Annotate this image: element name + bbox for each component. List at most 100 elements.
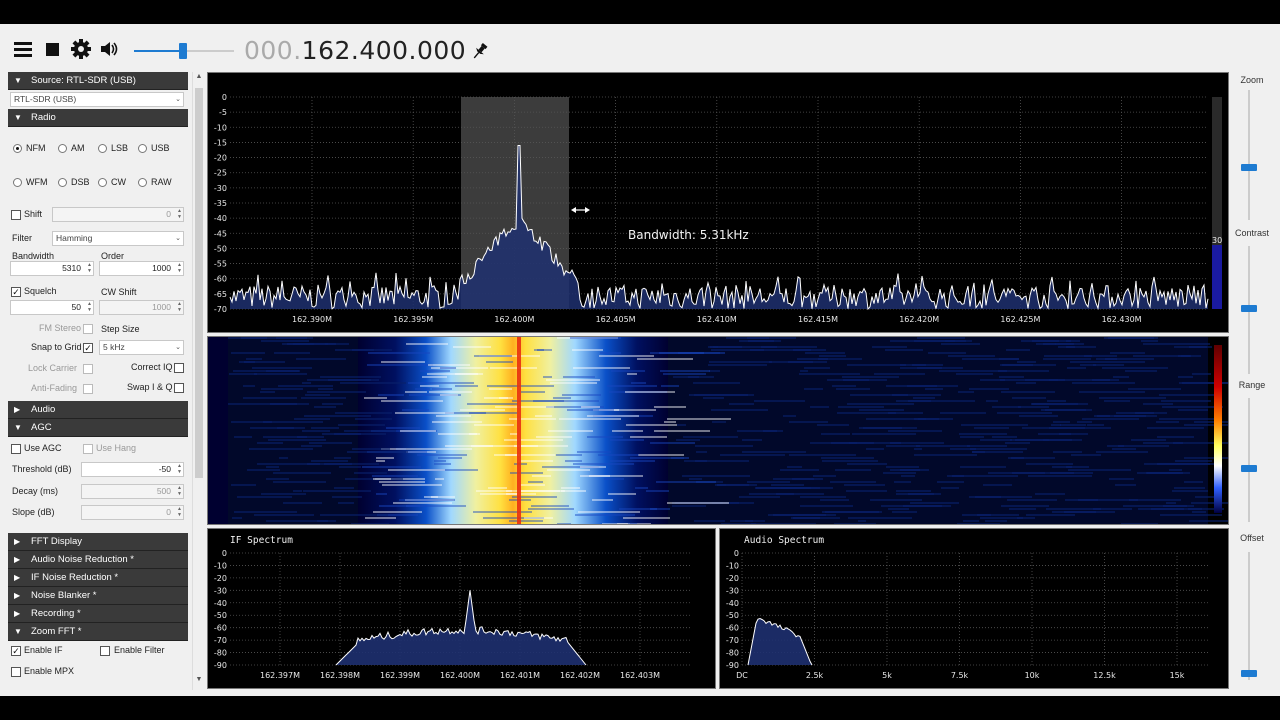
zoom-slider-track[interactable]: [1248, 90, 1250, 220]
speaker-icon[interactable]: [98, 38, 120, 60]
source-select[interactable]: RTL-SDR (USB) ⌄: [10, 92, 184, 107]
filter-select-value: Hamming: [56, 233, 93, 243]
swap-iq-checkbox[interactable]: [174, 383, 184, 393]
mode-label-am[interactable]: AM: [71, 143, 85, 153]
anti-fading-checkbox[interactable]: [83, 384, 93, 394]
spectrum-x-tick: 162.415M: [798, 315, 838, 324]
mode-label-raw[interactable]: RAW: [151, 177, 172, 187]
mode-radio-nfm[interactable]: [13, 144, 22, 153]
squelch-checkbox[interactable]: ✓: [11, 287, 21, 297]
spectrum-plot[interactable]: 0 -5 -10 -15 -20 -25 -30 -35 -40 -45 -50 -55 -60 -65 -…: [208, 73, 1228, 332]
fm-stereo-checkbox[interactable]: [83, 324, 93, 334]
control-panel-scrollbar[interactable]: ▲ ▼: [192, 72, 204, 690]
mode-label-dsb[interactable]: DSB: [71, 177, 90, 187]
section-zoom-fft[interactable]: ▼ Zoom FFT *: [8, 623, 188, 641]
waterfall-plot[interactable]: [208, 337, 1228, 524]
mode-label-wfm[interactable]: WFM: [26, 177, 48, 187]
waterfall-color-scale: [1214, 345, 1222, 513]
section-audio-noise-reduction[interactable]: ▶ Audio Noise Reduction *: [8, 551, 188, 569]
section-source[interactable]: ▼ Source: RTL-SDR (USB): [8, 72, 188, 90]
mode-radio-dsb[interactable]: [58, 178, 67, 187]
waterfall-panel[interactable]: [207, 336, 1229, 525]
zoom-slider-thumb[interactable]: [1241, 164, 1257, 171]
gear-icon[interactable]: [70, 38, 92, 60]
enable-mpx-checkbox[interactable]: [11, 667, 21, 677]
chevron-up-icon[interactable]: ▲: [193, 73, 205, 80]
enable-filter-checkbox[interactable]: [100, 646, 110, 656]
spectrum-y-tick: -25: [214, 169, 227, 178]
scrollbar-thumb[interactable]: [195, 88, 203, 478]
snap-to-grid-checkbox[interactable]: ✓: [83, 343, 93, 353]
audio-spectrum-plot[interactable]: Audio Spectrum 0 -10 -20 -30 -40 -50 -60 -70 -80…: [720, 529, 1228, 688]
range-slider-track[interactable]: [1248, 398, 1250, 522]
mode-radio-lsb[interactable]: [98, 144, 107, 153]
correct-iq-label: Correct IQ: [131, 362, 173, 372]
contrast-slider-thumb[interactable]: [1241, 305, 1257, 312]
radio-section-body: NFM AM LSB USB WFM DSB CW RAW Shift 0 ▲ ▼ …: [8, 127, 188, 401]
if-spectrum-panel[interactable]: IF Spectrum 0 -10 -20 -30 -40 -50 -60 -70 -80 -90…: [207, 528, 716, 689]
offset-slider-track[interactable]: [1248, 552, 1250, 680]
correct-iq-checkbox[interactable]: [174, 363, 184, 373]
mode-radio-wfm[interactable]: [13, 178, 22, 187]
lock-carrier-checkbox[interactable]: [83, 364, 93, 374]
if-spectrum-plot[interactable]: IF Spectrum 0 -10 -20 -30 -40 -50 -60 -70 -80 -90…: [208, 529, 715, 688]
slope-input[interactable]: 0 ▲ ▼: [81, 505, 184, 520]
mode-label-usb[interactable]: USB: [151, 143, 170, 153]
order-input[interactable]: 1000 ▲ ▼: [99, 261, 184, 276]
section-radio[interactable]: ▼ Radio: [8, 109, 188, 127]
spectrum-scale-value: 30: [1212, 236, 1222, 245]
offset-slider-thumb[interactable]: [1241, 670, 1257, 677]
bandwidth-input[interactable]: 5310 ▲ ▼: [10, 261, 94, 276]
spectrum-y-tick: -30: [214, 184, 227, 193]
audio-spectrum-y-tick: 0: [734, 549, 739, 558]
mode-radio-usb[interactable]: [138, 144, 147, 153]
chevron-down-icon: ⌄: [175, 96, 181, 103]
cw-shift-input[interactable]: 1000 ▲ ▼: [99, 300, 184, 315]
swap-iq-label: Swap I & Q: [127, 382, 173, 392]
resize-arrow-icon[interactable]: [571, 207, 590, 213]
mode-label-nfm[interactable]: NFM: [26, 143, 46, 153]
shift-input[interactable]: 0 ▲ ▼: [52, 207, 184, 222]
section-audio[interactable]: ▶ Audio: [8, 401, 188, 419]
range-slider-thumb[interactable]: [1241, 465, 1257, 472]
frequency-display[interactable]: 000.162.400.000: [244, 36, 466, 65]
mode-radio-raw[interactable]: [138, 178, 147, 187]
frequency-main[interactable]: 162.400.000: [302, 36, 467, 65]
mode-radio-cw[interactable]: [98, 178, 107, 187]
audio-spectrum-panel[interactable]: Audio Spectrum 0 -10 -20 -30 -40 -50 -60 -70 -80…: [719, 528, 1229, 689]
filter-select[interactable]: Hamming ⌄: [52, 231, 184, 246]
spectrum-y-tick: 0: [222, 93, 227, 102]
spectrum-panel[interactable]: 0 -5 -10 -15 -20 -25 -30 -35 -40 -45 -50 -55 -60 -65 -…: [207, 72, 1229, 333]
pin-icon[interactable]: [470, 41, 490, 61]
stop-icon[interactable]: [42, 38, 64, 60]
chevron-down-icon: ⌄: [175, 344, 181, 351]
volume-slider-thumb[interactable]: [179, 43, 187, 59]
section-if-noise-reduction[interactable]: ▶ IF Noise Reduction *: [8, 569, 188, 587]
mode-label-lsb[interactable]: LSB: [111, 143, 128, 153]
section-recording[interactable]: ▶ Recording *: [8, 605, 188, 623]
threshold-input[interactable]: -50 ▲ ▼: [81, 462, 184, 477]
enable-if-label: Enable IF: [24, 645, 63, 655]
squelch-input[interactable]: 50 ▲ ▼: [10, 300, 94, 315]
use-hang-checkbox[interactable]: [83, 444, 93, 454]
mode-radio-am[interactable]: [58, 144, 67, 153]
section-noise-blanker[interactable]: ▶ Noise Blanker *: [8, 587, 188, 605]
shift-checkbox[interactable]: [11, 210, 21, 220]
chevron-down-icon[interactable]: ▼: [193, 676, 205, 683]
fm-stereo-label: FM Stereo: [39, 323, 82, 333]
enable-if-checkbox[interactable]: ✓: [11, 646, 21, 656]
frequency-prefix[interactable]: 000.: [244, 36, 302, 65]
mode-label-cw[interactable]: CW: [111, 177, 126, 187]
source-select-value: RTL-SDR (USB): [14, 94, 77, 104]
menu-icon[interactable]: [12, 38, 34, 60]
use-agc-checkbox[interactable]: [11, 444, 21, 454]
section-fft-display[interactable]: ▶ FFT Display: [8, 533, 188, 551]
step-size-value: 5 kHz: [103, 342, 125, 352]
contrast-label: Contrast: [1234, 228, 1269, 238]
section-agc[interactable]: ▼ AGC: [8, 419, 188, 437]
decay-input[interactable]: 500 ▲ ▼: [81, 484, 184, 499]
if-spectrum-x-tick: 162.401M: [500, 671, 540, 680]
if-spectrum-y-tick: -90: [214, 661, 227, 670]
spectrum-x-tick: 162.420M: [899, 315, 939, 324]
step-size-select[interactable]: 5 kHz ⌄: [99, 340, 184, 355]
